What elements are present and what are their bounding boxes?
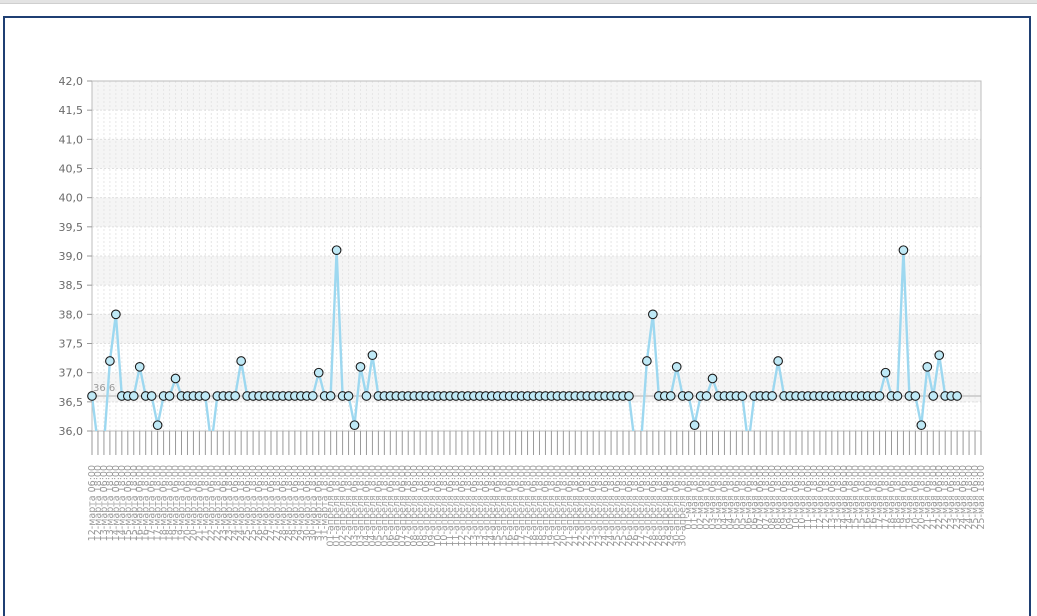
- data-point: [105, 356, 115, 366]
- data-point: [916, 420, 927, 431]
- temperature-chart: 36,0 36,5 37,0 37,5 38,0 38,5 39,0 39,5 40,0 40,5…: [59, 75, 988, 547]
- data-point: [880, 367, 891, 378]
- data-point: [898, 245, 909, 256]
- grid-band: [92, 314, 981, 344]
- x-axis-ticks: 12-марта 06:0012-марта 18:0013-марта 06:…: [87, 431, 987, 547]
- y-tick-label: 39,0: [59, 250, 84, 263]
- data-point: [343, 391, 354, 401]
- data-point: [683, 391, 694, 401]
- grid-band: [92, 139, 981, 169]
- data-point: [707, 373, 718, 384]
- data-point: [928, 391, 939, 401]
- data-point: [647, 309, 658, 320]
- data-point: [128, 391, 139, 401]
- data-point: [152, 420, 163, 431]
- data-point: [624, 391, 634, 401]
- data-point: [170, 373, 181, 384]
- data-point: [701, 391, 712, 401]
- data-point: [952, 391, 962, 401]
- grid-band: [92, 197, 981, 227]
- grid-band: [92, 81, 981, 111]
- data-point: [922, 361, 933, 372]
- y-tick-label: 40,5: [59, 163, 84, 176]
- data-point: [313, 367, 324, 378]
- y-axis-ticks: 36,0 36,5 37,0 37,5 38,0 38,5 39,0 39,5 40,0 40,5…: [59, 75, 92, 438]
- data-point: [146, 391, 157, 401]
- data-point: [361, 391, 372, 401]
- data-point: [642, 356, 652, 366]
- data-point: [892, 391, 903, 401]
- data-point: [134, 361, 145, 372]
- x-tick-label: 25-мая 18:00: [976, 465, 987, 530]
- data-point: [87, 391, 97, 401]
- y-tick-label: 38,0: [59, 308, 84, 321]
- data-point: [200, 391, 211, 401]
- data-point: [111, 309, 121, 320]
- data-point: [737, 391, 748, 401]
- y-tick-label: 38,5: [59, 279, 84, 292]
- reference-line-label: 36,6: [93, 383, 115, 394]
- y-tick-label: 36,5: [59, 396, 84, 409]
- data-point: [349, 420, 360, 431]
- data-point: [236, 356, 247, 366]
- data-point: [773, 356, 783, 366]
- y-tick-label: 40,0: [59, 192, 84, 205]
- data-point: [164, 391, 175, 401]
- data-point: [367, 350, 378, 361]
- data-point: [665, 391, 676, 401]
- grid-band: [92, 256, 981, 286]
- data-point: [767, 391, 778, 401]
- data-point: [910, 391, 921, 401]
- y-tick-label: 39,5: [59, 221, 84, 234]
- data-point: [230, 391, 241, 401]
- y-tick-label: 37,0: [59, 367, 84, 380]
- data-point: [689, 420, 700, 431]
- data-point: [325, 391, 336, 401]
- data-point: [934, 350, 945, 361]
- data-point: [671, 361, 682, 372]
- y-tick-label: 42,0: [59, 75, 84, 88]
- y-tick-label: 41,0: [59, 133, 84, 146]
- y-tick-label: 41,5: [59, 104, 84, 117]
- y-tick-label: 36,0: [59, 425, 84, 438]
- data-point: [331, 245, 342, 256]
- data-point: [307, 391, 318, 401]
- data-point: [355, 361, 366, 372]
- data-point: [874, 391, 885, 401]
- y-tick-label: 37,5: [59, 338, 84, 351]
